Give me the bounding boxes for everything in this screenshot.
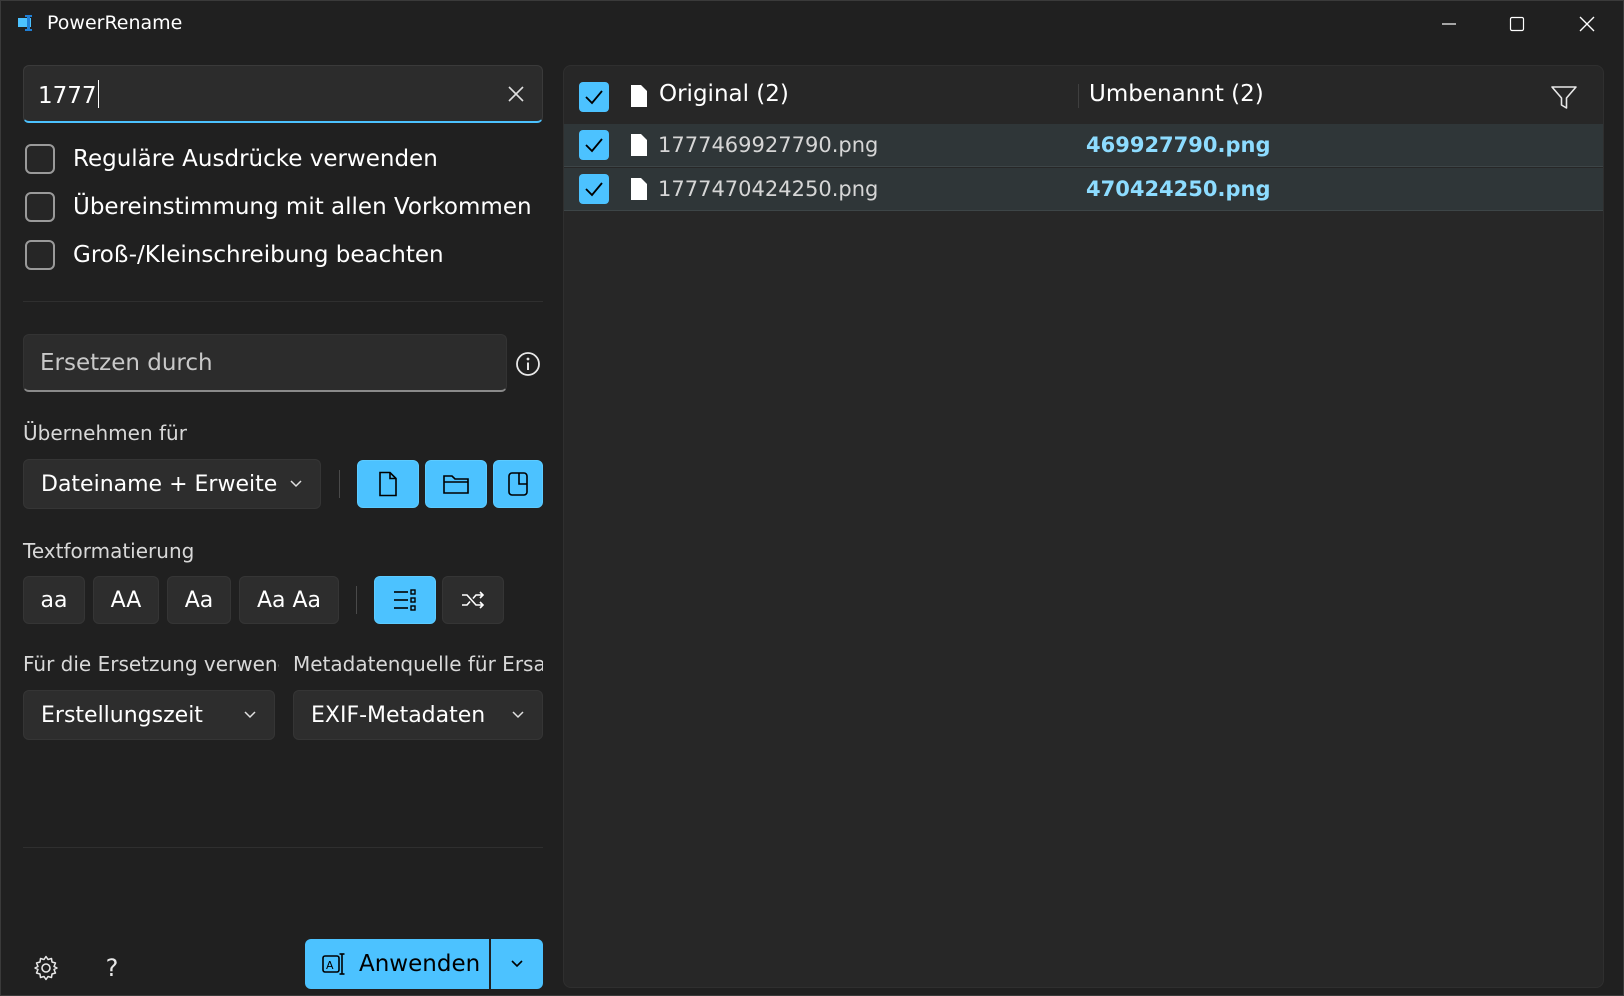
- file-row-checkbox[interactable]: [579, 174, 609, 204]
- file-icon: [631, 85, 647, 107]
- apply-button[interactable]: A Anwenden: [305, 939, 489, 989]
- divider: [23, 301, 543, 302]
- option-case-sensitive[interactable]: Groß-/Kleinschreibung beachten: [25, 238, 444, 272]
- replacement-use-label: Für die Ersetzung verwend: [23, 652, 279, 676]
- option-label: Übereinstimmung mit allen Vorkommen: [73, 194, 532, 220]
- close-button[interactable]: [1553, 1, 1621, 47]
- metadata-source-selected: EXIF-Metadaten: [311, 702, 486, 728]
- rename-icon: A: [322, 953, 345, 975]
- include-subfolders-button[interactable]: [493, 460, 543, 508]
- apply-options-button[interactable]: [491, 939, 543, 989]
- file-row[interactable]: 1777470424250.png 470424250.png: [564, 168, 1603, 211]
- text-formatting-label: Textformatierung: [23, 539, 195, 563]
- svg-text:A: A: [326, 959, 334, 972]
- checkmark-icon: [585, 182, 603, 197]
- option-regex[interactable]: Reguläre Ausdrücke verwenden: [25, 142, 438, 176]
- renamed-filename: 470424250.png: [1086, 177, 1271, 201]
- file-row[interactable]: 1777469927790.png 469927790.png: [564, 124, 1603, 167]
- chevron-down-icon: [512, 711, 524, 719]
- close-icon: [1579, 16, 1595, 32]
- minimize-button[interactable]: [1415, 1, 1483, 47]
- original-filename: 1777470424250.png: [658, 177, 879, 201]
- replace-placeholder: Ersetzen durch: [40, 350, 213, 376]
- replacement-use-dropdown[interactable]: Erstellungszeit: [23, 690, 275, 740]
- separator: [339, 470, 340, 498]
- separator: [356, 586, 357, 614]
- folder-icon: [443, 475, 469, 494]
- apply-to-dropdown[interactable]: Dateiname + Erweite: [23, 459, 321, 509]
- maximize-icon: [1509, 16, 1525, 32]
- filter-icon[interactable]: [1549, 82, 1579, 112]
- help-button[interactable]: ?: [95, 951, 129, 985]
- text-caret: [97, 80, 100, 108]
- divider: [23, 847, 543, 848]
- shuffle-icon: [462, 591, 485, 609]
- enumerate-icon: [394, 589, 416, 611]
- apply-label: Anwenden: [359, 951, 481, 977]
- help-icon: ?: [105, 954, 119, 982]
- powerrename-window: PowerRename 1777 Reguläre Ausdrücke verw…: [0, 0, 1624, 996]
- clear-search-button[interactable]: [502, 80, 530, 108]
- window-title: PowerRename: [47, 12, 183, 34]
- renamed-column-header[interactable]: Umbenannt (2): [1089, 81, 1264, 107]
- column-separator[interactable]: [1078, 84, 1079, 108]
- random-button[interactable]: [442, 576, 504, 624]
- original-column-header[interactable]: Original (2): [659, 81, 789, 107]
- metadata-source-dropdown[interactable]: EXIF-Metadaten: [293, 690, 543, 740]
- chevron-down-icon: [244, 711, 256, 719]
- search-input[interactable]: 1777: [23, 65, 543, 123]
- enumerate-button[interactable]: [374, 576, 436, 624]
- chevron-down-icon: [511, 960, 523, 968]
- include-files-button[interactable]: [357, 460, 419, 508]
- option-label: Groß-/Kleinschreibung beachten: [73, 242, 444, 268]
- checkmark-icon: [585, 138, 603, 153]
- select-all-checkbox[interactable]: [579, 82, 609, 112]
- info-icon[interactable]: [513, 349, 543, 379]
- file-icon: [631, 178, 647, 200]
- file-row-checkbox[interactable]: [579, 130, 609, 160]
- replacement-use-selected: Erstellungszeit: [41, 702, 203, 728]
- apply-to-label: Übernehmen für: [23, 421, 187, 445]
- file-icon: [379, 471, 397, 497]
- option-label: Reguläre Ausdrücke verwenden: [73, 146, 438, 172]
- lowercase-button[interactable]: aa: [23, 576, 85, 624]
- checkmark-icon: [585, 90, 603, 105]
- list-header: Original (2) Umbenannt (2): [564, 66, 1603, 124]
- metadata-source-label: Metadatenquelle für Ersat:: [293, 652, 543, 676]
- file-list-panel: Original (2) Umbenannt (2) 1777469927790…: [563, 65, 1604, 988]
- regex-checkbox[interactable]: [25, 144, 55, 174]
- replace-input[interactable]: Ersetzen durch: [23, 334, 507, 392]
- apply-to-selected: Dateiname + Erweite: [41, 471, 278, 497]
- match-all-checkbox[interactable]: [25, 192, 55, 222]
- original-filename: 1777469927790.png: [658, 133, 879, 157]
- uppercase-button[interactable]: AA: [93, 576, 159, 624]
- chevron-down-icon: [290, 480, 302, 488]
- include-folders-button[interactable]: [425, 460, 487, 508]
- maximize-button[interactable]: [1483, 1, 1551, 47]
- gear-icon: [34, 955, 58, 981]
- settings-button[interactable]: [29, 951, 63, 985]
- renamed-filename: 469927790.png: [1086, 133, 1271, 157]
- minimize-icon: [1442, 23, 1456, 25]
- case-sensitive-checkbox[interactable]: [25, 240, 55, 270]
- close-icon: [508, 86, 524, 102]
- titlecase-button[interactable]: Aa: [167, 576, 231, 624]
- subfolder-icon: [508, 472, 528, 496]
- title-bar: PowerRename: [1, 1, 1623, 47]
- file-icon: [631, 134, 647, 156]
- search-value: 1777: [38, 80, 100, 109]
- option-match-all[interactable]: Übereinstimmung mit allen Vorkommen: [25, 190, 532, 224]
- capitalize-words-button[interactable]: Aa Aa: [239, 576, 339, 624]
- powerrename-app-icon: [18, 15, 32, 31]
